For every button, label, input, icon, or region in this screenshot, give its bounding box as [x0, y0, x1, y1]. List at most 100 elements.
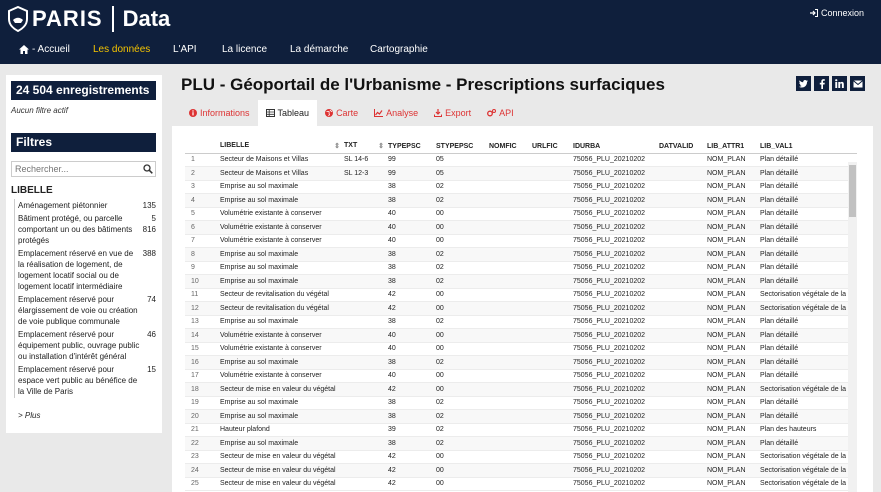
table-cell — [657, 166, 705, 181]
table-row[interactable]: 16 Emprise au sol maximale 38 02 75056_PLU_2… — [185, 355, 857, 370]
table-cell: Plan détaillé — [758, 274, 857, 289]
table-cell — [657, 355, 705, 370]
table-row[interactable]: 1 Secteur de Maisons et Villas SL 14-6 99 05… — [185, 153, 857, 167]
column-header-stypepsc[interactable]: STYPEPSC — [434, 140, 487, 154]
tab-api[interactable]: API — [479, 100, 522, 126]
table-row[interactable]: 3 Emprise au sol maximale 38 02 75056_PLU_20… — [185, 180, 857, 194]
dataset-tabs: Informations Tableau Carte Analyse Expor… — [181, 100, 522, 126]
table-row[interactable]: 23 Secteur de mise en valeur du végétal 42… — [185, 450, 857, 464]
facebook-button[interactable] — [814, 76, 829, 91]
table-cell: Plan détaillé — [758, 409, 857, 424]
table-cell — [657, 477, 705, 491]
facet-label: Emplacement réservé pour élargissement d… — [18, 295, 138, 326]
table-cell: NOM_PLAN — [705, 463, 758, 478]
table-cell: 38 — [386, 247, 434, 262]
search-icon[interactable] — [141, 164, 155, 174]
facet-item[interactable]: Emplacement réservé pour équipement publ… — [15, 328, 156, 363]
table-row[interactable]: 5 Volumétrie existante à conserver 40 00 750… — [185, 207, 857, 221]
table-cell: 00 — [434, 328, 487, 343]
table-row[interactable]: 9 Emprise au sol maximale 38 02 75056_PLU_20… — [185, 261, 857, 275]
column-header-txt[interactable]: TXT ⇕ — [342, 140, 386, 154]
table-cell: Emprise au sol maximale — [218, 261, 342, 275]
table-row[interactable]: 19 Emprise au sol maximale 38 02 75056_PLU_2… — [185, 396, 857, 410]
table-row[interactable]: 21 Hauteur plafond 39 02 75056_PLU_20210202 N… — [185, 423, 857, 437]
table-cell — [487, 247, 530, 262]
table-cell: Emprise au sol maximale — [218, 247, 342, 262]
email-button[interactable] — [850, 76, 865, 91]
sign-in-icon — [809, 9, 818, 17]
twitter-icon — [799, 79, 808, 87]
table-row[interactable]: 14 Volumétrie existante à conserver 40 00 75… — [185, 328, 857, 343]
table-row[interactable]: 25 Secteur de mise en valeur du végétal 42… — [185, 477, 857, 491]
facet-item[interactable]: Emplacement réservé pour espace vert pub… — [15, 363, 156, 398]
nav-les-donnees[interactable]: Les données — [93, 44, 150, 55]
table-cell: Plan détaillé — [758, 207, 857, 221]
table-cell: 42 — [386, 477, 434, 491]
row-index: 10 — [185, 274, 218, 289]
paris-shield-icon — [8, 6, 28, 32]
tab-analyse[interactable]: Analyse — [366, 100, 426, 126]
sort-icon[interactable]: ⇕ — [334, 142, 340, 150]
table-row[interactable]: 13 Emprise au sol maximale 38 02 75056_PLU_2… — [185, 315, 857, 329]
table-cell: NOM_PLAN — [705, 450, 758, 464]
column-header-datvalid[interactable]: DATVALID — [657, 140, 705, 154]
table-row[interactable]: 24 Secteur de mise en valeur du végétal 42… — [185, 463, 857, 478]
table-cell — [530, 409, 571, 424]
vertical-scrollbar[interactable] — [848, 162, 857, 492]
column-header-idurba[interactable]: IDURBA — [571, 140, 657, 154]
row-index: 13 — [185, 315, 218, 329]
column-header-lib-val1[interactable]: LIB_VAL1 — [758, 140, 857, 154]
column-header-typepsc[interactable]: TYPEPSC — [386, 140, 434, 154]
row-index: 9 — [185, 261, 218, 275]
table-cell: 40 — [386, 234, 434, 248]
column-header-index — [185, 140, 218, 154]
twitter-button[interactable] — [796, 76, 811, 91]
tab-tableau[interactable]: Tableau — [257, 100, 318, 126]
table-row[interactable]: 11 Secteur de revitalisation du végétal 42… — [185, 288, 857, 302]
table-row[interactable]: 6 Volumétrie existante à conserver 40 00 750… — [185, 220, 857, 235]
table-cell: Plan détaillé — [758, 247, 857, 262]
table-body: 1 Secteur de Maisons et Villas SL 14-6 99 05… — [185, 153, 857, 491]
nav-accueil[interactable]: - Accueil — [19, 44, 70, 55]
table-row[interactable]: 2 Secteur de Maisons et Villas SL 12-3 99 05… — [185, 166, 857, 181]
table-row[interactable]: 20 Emprise au sol maximale 38 02 75056_PLU_2… — [185, 409, 857, 424]
facet-item[interactable]: Emplacement réservé pour élargissement d… — [15, 293, 156, 328]
table-row[interactable]: 18 Secteur de mise en valeur du végétal 42… — [185, 382, 857, 397]
paris-data-logo[interactable]: PARIS Data — [8, 3, 170, 35]
table-cell: 02 — [434, 436, 487, 451]
tab-informations[interactable]: Informations — [181, 100, 258, 126]
table-cell: Volumétrie existante à conserver — [218, 342, 342, 356]
nav-demarche[interactable]: La démarche — [290, 44, 348, 55]
facet-item[interactable]: Emplacement réservé en vue de la réalisa… — [15, 247, 156, 293]
table-row[interactable]: 12 Secteur de revitalisation du végétal 42… — [185, 301, 857, 316]
facet-item[interactable]: Bâtiment protégé, ou parcelle comportant… — [15, 212, 156, 247]
column-header-urlfic[interactable]: URLFIC — [530, 140, 571, 154]
column-header-nomfic[interactable]: NOMFIC — [487, 140, 530, 154]
scrollbar-thumb[interactable] — [849, 165, 856, 217]
table-row[interactable]: 8 Emprise au sol maximale 38 02 75056_PLU_20… — [185, 247, 857, 262]
table-row[interactable]: 4 Emprise au sol maximale 38 02 75056_PLU_20… — [185, 193, 857, 208]
search-input[interactable] — [12, 164, 141, 174]
more-facets-link[interactable]: > Plus — [18, 411, 40, 420]
table-row[interactable]: 17 Volumétrie existante à conserver 40 00 75… — [185, 369, 857, 383]
linkedin-button[interactable] — [832, 76, 847, 91]
login-link[interactable]: Connexion — [809, 8, 864, 18]
table-row[interactable]: 15 Volumétrie existante à conserver 40 00 75… — [185, 342, 857, 356]
table-cell — [487, 342, 530, 356]
table-cell: 42 — [386, 301, 434, 316]
table-row[interactable]: 10 Emprise au sol maximale 38 02 75056_PLU_2… — [185, 274, 857, 289]
nav-api[interactable]: L'API — [173, 44, 197, 55]
table-row[interactable]: 22 Emprise au sol maximale 38 02 75056_PLU_2… — [185, 436, 857, 451]
table-cell — [530, 450, 571, 464]
tab-carte[interactable]: Carte — [317, 100, 366, 126]
table-cell — [657, 261, 705, 275]
facet-item[interactable]: Aménagement piétonnier 135 — [15, 199, 156, 212]
nav-licence[interactable]: La licence — [222, 44, 267, 55]
column-header-lib-attr1[interactable]: LIB_ATTR1 — [705, 140, 758, 154]
table-row[interactable]: 7 Volumétrie existante à conserver 40 00 750… — [185, 234, 857, 248]
nav-cartographie[interactable]: Cartographie — [370, 44, 428, 55]
table-cell: Plan détaillé — [758, 261, 857, 275]
tab-export[interactable]: Export — [426, 100, 479, 126]
sort-icon[interactable]: ⇕ — [378, 142, 384, 150]
column-header-libelle[interactable]: LIBELLE ⇕ — [218, 140, 342, 154]
